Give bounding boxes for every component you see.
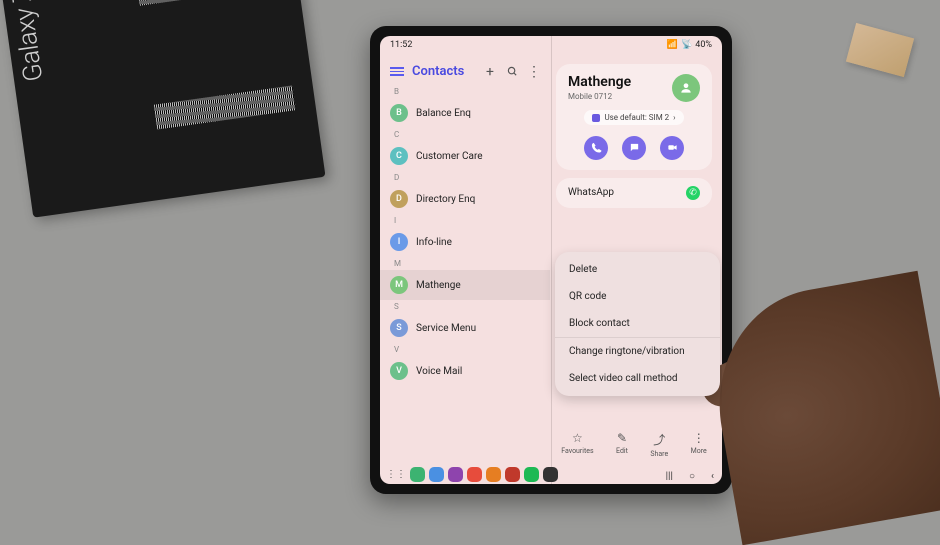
section-letter: M <box>380 257 550 270</box>
contact-row[interactable]: V Voice Mail <box>380 356 550 386</box>
section-letter: S <box>380 300 550 313</box>
contact-row[interactable]: I Info-line <box>380 227 550 257</box>
whatsapp-row[interactable]: WhatsApp ✆ <box>556 178 712 208</box>
detail-bottombar: ☆Favourites ✎Edit ⤴Share ⋮More <box>550 427 718 462</box>
contacts-header: Contacts + ⋮ <box>380 58 550 85</box>
contact-name: Voice Mail <box>416 366 462 377</box>
wood-block <box>846 23 914 77</box>
avatar: C <box>390 147 408 165</box>
detail-avatar[interactable] <box>672 74 700 102</box>
favourites-button[interactable]: ☆Favourites <box>561 431 593 458</box>
detail-phone: Mobile 0712 <box>568 92 631 101</box>
video-button[interactable] <box>660 136 684 160</box>
contact-row[interactable]: C Customer Care <box>380 141 550 171</box>
status-time: 11:52 <box>390 40 412 50</box>
avatar: V <box>390 362 408 380</box>
add-icon[interactable]: + <box>484 66 496 78</box>
call-button[interactable] <box>584 136 608 160</box>
avatar: B <box>390 104 408 122</box>
dock-app[interactable] <box>486 467 501 482</box>
share-button[interactable]: ⤴Share <box>650 431 668 458</box>
header-title: Contacts <box>412 64 464 79</box>
product-brand-text: Galaxy Z Fold6 <box>0 0 49 83</box>
chevron-right-icon: › <box>673 113 675 122</box>
menu-block-contact[interactable]: Block contact <box>555 310 720 337</box>
contact-row-selected[interactable]: M Mathenge <box>380 270 550 300</box>
contact-name: Service Menu <box>416 323 476 334</box>
dock-app-messages[interactable] <box>429 467 444 482</box>
contact-name: Balance Enq <box>416 108 471 119</box>
section-letter: V <box>380 343 550 356</box>
context-menu: Delete QR code Block contact Change ring… <box>555 252 720 396</box>
section-letter: D <box>380 171 550 184</box>
menu-qr-code[interactable]: QR code <box>555 283 720 310</box>
hand <box>701 271 940 545</box>
nav-back[interactable]: ‹ <box>711 471 714 482</box>
app-dock: ⋮⋮ <box>386 467 642 482</box>
barcode <box>136 0 278 6</box>
whatsapp-label: WhatsApp <box>568 187 614 198</box>
menu-video-call-method[interactable]: Select video call method <box>555 365 720 392</box>
contact-row[interactable]: S Service Menu <box>380 313 550 343</box>
screen: 11:52 📶 📡 40% Contacts + ⋮ B <box>380 36 722 484</box>
section-letter: I <box>380 214 550 227</box>
dock-app[interactable] <box>467 467 482 482</box>
avatar: D <box>390 190 408 208</box>
contact-row[interactable]: B Balance Enq <box>380 98 550 128</box>
avatar: M <box>390 276 408 294</box>
star-icon: ☆ <box>572 431 583 445</box>
dock-app-settings[interactable] <box>543 467 558 482</box>
menu-change-ringtone[interactable]: Change ringtone/vibration <box>555 338 720 365</box>
edit-button[interactable]: ✎Edit <box>616 431 628 458</box>
menu-icon[interactable] <box>390 67 404 76</box>
avatar: I <box>390 233 408 251</box>
barcode <box>154 85 296 129</box>
section-letter: C <box>380 128 550 141</box>
search-icon[interactable] <box>506 66 518 78</box>
device-frame: 11:52 📶 📡 40% Contacts + ⋮ B <box>370 26 732 494</box>
contact-name: Info-line <box>416 237 452 248</box>
dock-app[interactable] <box>505 467 520 482</box>
product-box: Galaxy Z Fold6 <box>0 0 326 218</box>
contact-name: Mathenge <box>416 280 461 291</box>
contacts-list-panel: Contacts + ⋮ B B Balance Enq C C Custome… <box>380 36 550 484</box>
share-icon: ⤴ <box>653 431 665 448</box>
contact-detail-card: Mathenge Mobile 0712 Use default: SIM 2 … <box>556 64 712 170</box>
detail-name: Mathenge <box>568 74 631 90</box>
section-letter: B <box>380 85 550 98</box>
apps-icon[interactable]: ⋮⋮ <box>386 469 406 480</box>
whatsapp-icon: ✆ <box>686 186 700 200</box>
nav-bar: ||| ○ ‹ <box>666 471 714 482</box>
contact-name: Customer Care <box>416 151 483 162</box>
nav-recents[interactable]: ||| <box>666 471 673 482</box>
contact-row[interactable]: D Directory Enq <box>380 184 550 214</box>
dock-app-spotify[interactable] <box>524 467 539 482</box>
sim-selector[interactable]: Use default: SIM 2 › <box>584 110 683 125</box>
dock-app-phone[interactable] <box>410 467 425 482</box>
nav-home[interactable]: ○ <box>689 471 695 482</box>
contact-detail-panel: Mathenge Mobile 0712 Use default: SIM 2 … <box>550 36 722 484</box>
message-button[interactable] <box>622 136 646 160</box>
more-icon: ⋮ <box>693 431 705 445</box>
contact-name: Directory Enq <box>416 194 475 205</box>
sim-icon <box>592 114 600 122</box>
more-button[interactable]: ⋮More <box>691 431 707 458</box>
edit-icon: ✎ <box>617 431 627 445</box>
dock-app[interactable] <box>448 467 463 482</box>
avatar: S <box>390 319 408 337</box>
more-icon[interactable]: ⋮ <box>528 66 540 78</box>
menu-delete[interactable]: Delete <box>555 256 720 283</box>
